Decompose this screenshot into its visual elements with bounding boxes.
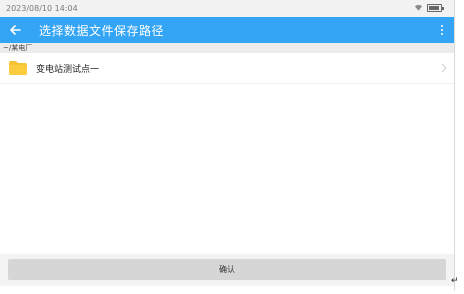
status-icons — [414, 4, 444, 12]
battery-icon — [427, 4, 444, 12]
arrow-left-icon — [9, 25, 21, 35]
more-options-button[interactable] — [436, 22, 448, 38]
divider — [454, 0, 455, 290]
folder-icon — [9, 61, 27, 75]
item-label: 变电站测试点一 — [36, 64, 100, 75]
folder-list: 变电站测试点一 — [0, 53, 454, 84]
bottom-bar: 确认 — [0, 254, 454, 286]
page-title: 选择数据文件保存路径 — [39, 23, 165, 38]
path-breadcrumb: ~/某电厂 — [0, 43, 454, 53]
more-vert-icon — [441, 25, 443, 27]
list-item[interactable]: 变电站测试点一 — [0, 53, 454, 84]
back-button[interactable] — [0, 17, 30, 43]
status-bar: 2023/08/10 14:04 — [0, 0, 454, 17]
app-bar: 选择数据文件保存路径 — [0, 17, 454, 43]
wifi-icon — [414, 4, 423, 11]
return-mark: ↵ — [451, 276, 459, 286]
confirm-button[interactable]: 确认 — [8, 259, 446, 280]
chevron-right-icon — [441, 63, 447, 73]
status-datetime: 2023/08/10 14:04 — [6, 4, 78, 13]
